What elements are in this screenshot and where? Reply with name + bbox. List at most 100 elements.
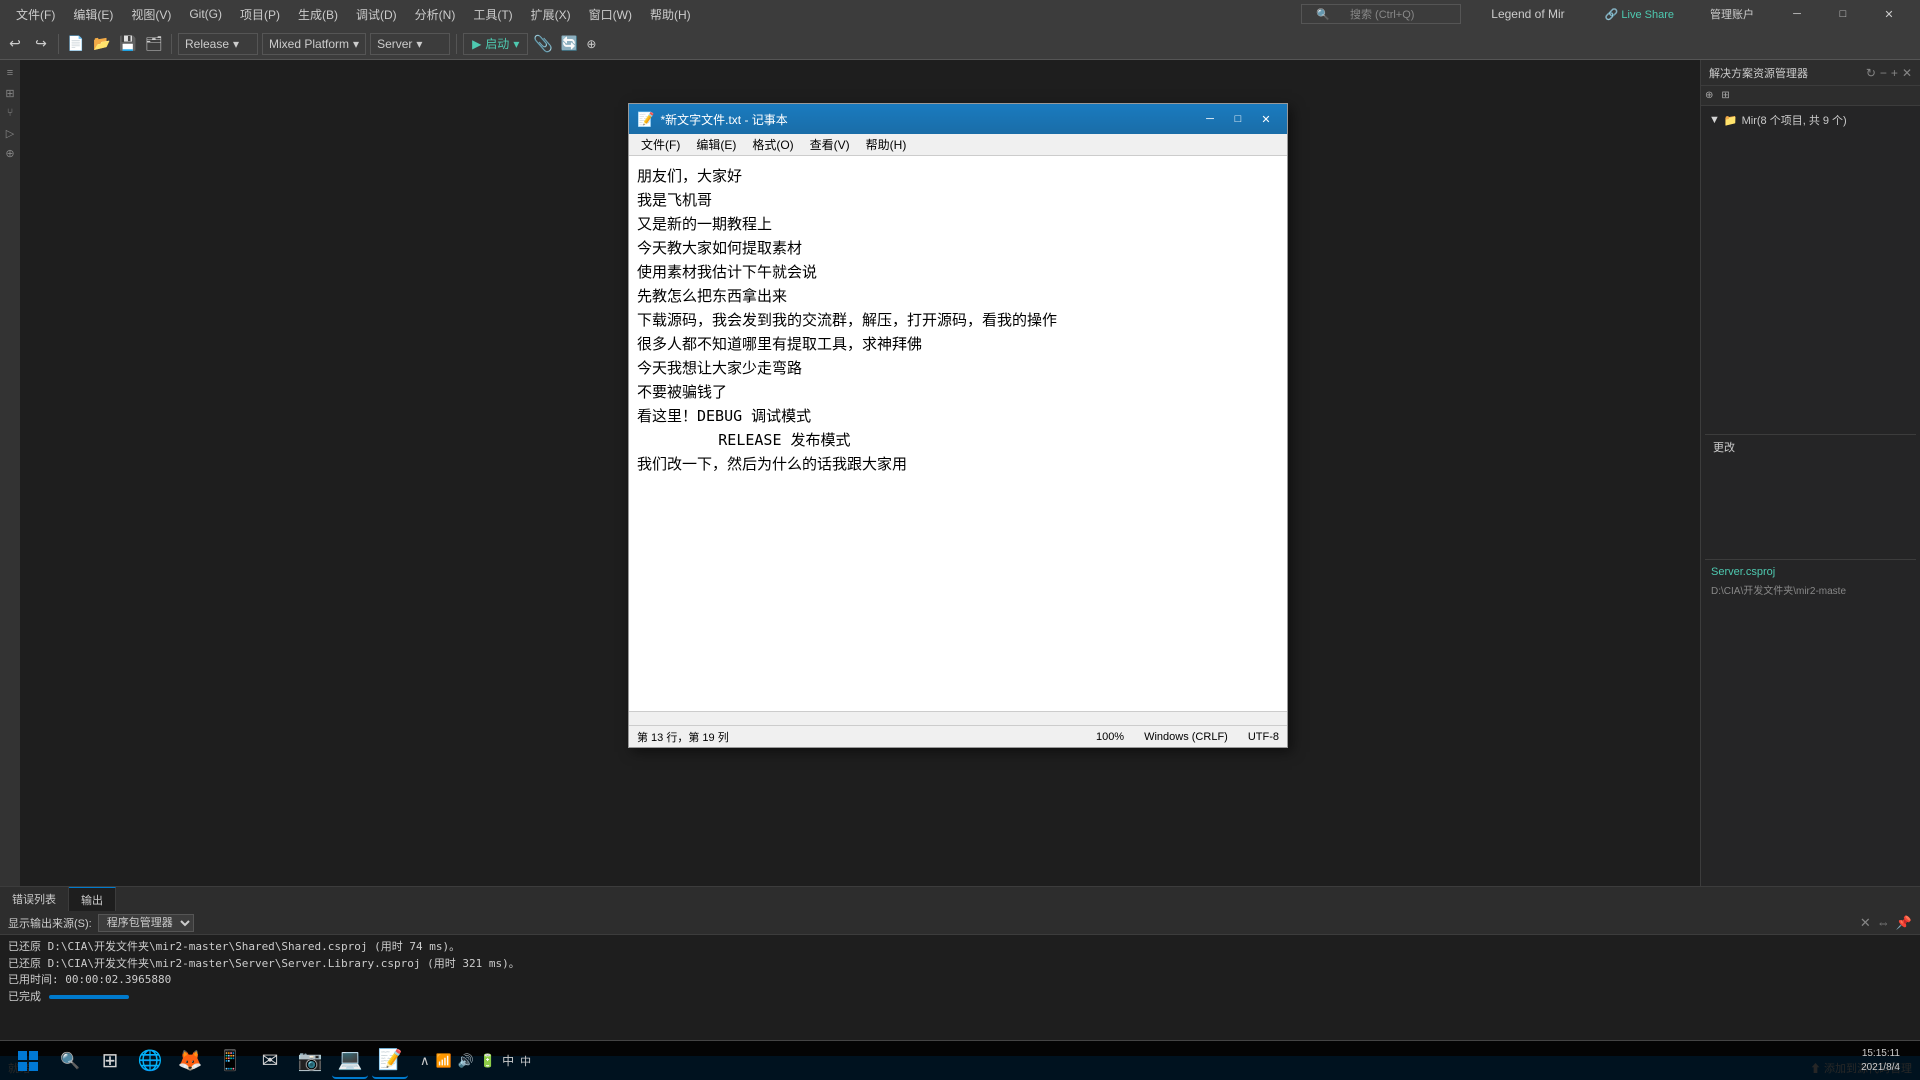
refresh-button[interactable]: 🔄 xyxy=(558,33,580,55)
start-button[interactable] xyxy=(8,1043,48,1079)
notepad-titlebar: 📝 *新文字文件.txt - 记事本 ─ □ ✕ xyxy=(629,104,1287,134)
taskbar-firefox[interactable]: 🦊 xyxy=(172,1043,208,1079)
run-label: 启动 xyxy=(485,35,509,52)
menu-item-edit[interactable]: 编辑(E) xyxy=(65,4,121,25)
notepad-status-right: 100% Windows (CRLF) UTF-8 xyxy=(1096,731,1279,743)
toolbar-sep-2 xyxy=(171,34,172,54)
np-menu-file[interactable]: 文件(F) xyxy=(633,134,688,155)
output-header: 显示输出来源(S): 程序包管理器 ✕ ⇔ 📌 xyxy=(0,911,1920,935)
output-pin-icon[interactable]: 📌 xyxy=(1896,915,1912,931)
output-source-select[interactable]: 程序包管理器 xyxy=(98,914,194,932)
target-dropdown[interactable]: Server ▾ xyxy=(370,33,450,55)
menu-item-analyze[interactable]: 分析(N) xyxy=(407,4,464,25)
platform-config-dropdown[interactable]: Mixed Platform ▾ xyxy=(262,33,366,55)
notify-volume[interactable]: 🔊 xyxy=(458,1053,474,1069)
activity-search[interactable]: ⊞ xyxy=(1,84,19,102)
np-menu-view[interactable]: 查看(V) xyxy=(802,134,858,155)
output-source-label: 显示输出来源(S): xyxy=(8,915,92,931)
solution-collapse-icon[interactable]: − xyxy=(1880,66,1887,80)
changes-label: 更改 xyxy=(1713,442,1735,454)
notify-lang[interactable]: 中 xyxy=(502,1052,514,1069)
taskbar-search[interactable]: 🔍 xyxy=(52,1043,88,1079)
extra-btn[interactable]: ⊕ xyxy=(584,37,596,51)
output-line-2: 已还原 D:\CIA\开发文件夹\mir2-master\Server\Serv… xyxy=(8,956,1912,973)
notepad-minimize[interactable]: ─ xyxy=(1197,108,1223,130)
server-csproj-link[interactable]: Server.csproj xyxy=(1709,564,1912,580)
notify-up-arrow[interactable]: ∧ xyxy=(420,1053,430,1069)
solution-view-icon[interactable]: ⊞ xyxy=(1721,90,1729,101)
clock-date: 2021/8/4 xyxy=(1861,1061,1900,1075)
menu-item-file[interactable]: 文件(F) xyxy=(8,4,63,25)
notify-ime[interactable]: 中 xyxy=(520,1053,531,1069)
new-file-button[interactable]: 📄 xyxy=(65,33,87,55)
solution-close-icon[interactable]: ✕ xyxy=(1902,66,1912,80)
taskbar-clock[interactable]: 15:15:11 2021/8/4 xyxy=(1861,1047,1900,1075)
taskbar-notepad-icon[interactable]: 📝 xyxy=(372,1043,408,1079)
solution-explorer-title: 解决方案资源管理器 xyxy=(1709,65,1808,81)
close-button[interactable]: ✕ xyxy=(1866,0,1912,28)
notepad-close[interactable]: ✕ xyxy=(1253,108,1279,130)
menu-search-box[interactable]: 🔍 搜索 (Ctrl+Q) xyxy=(1301,4,1461,24)
window-title: Legend of Mir xyxy=(1483,5,1572,23)
taskbar-mail[interactable]: ✉ xyxy=(252,1043,288,1079)
menu-item-tools[interactable]: 工具(T) xyxy=(465,4,520,25)
menu-item-help[interactable]: 帮助(H) xyxy=(642,4,699,25)
tab-errors[interactable]: 错误列表 xyxy=(0,887,69,911)
notepad-textarea[interactable] xyxy=(629,156,1287,711)
notepad-cursor-pos: 第 13 行，第 19 列 xyxy=(637,729,729,745)
output-progress-label: 已完成 xyxy=(8,989,41,1006)
menu-item-git[interactable]: Git(G) xyxy=(181,5,230,23)
np-menu-format[interactable]: 格式(O) xyxy=(744,134,801,155)
output-clear-icon[interactable]: ✕ xyxy=(1860,915,1871,931)
taskbar-vs-icon[interactable]: 💻 xyxy=(332,1043,368,1079)
taskbar-photos[interactable]: 📷 xyxy=(292,1043,328,1079)
notify-wifi[interactable]: 📶 xyxy=(436,1053,452,1069)
open-button[interactable]: 📂 xyxy=(91,33,113,55)
taskbar-taskview[interactable]: ⊞ xyxy=(92,1043,128,1079)
run-button[interactable]: ▶ 启动 ▾ xyxy=(463,33,528,55)
account-btn[interactable]: 管理账户 xyxy=(1702,4,1762,24)
save-all-button[interactable]: 🗂 xyxy=(143,33,165,55)
attach-button[interactable]: 📎 xyxy=(532,33,554,55)
menu-item-view[interactable]: 视图(V) xyxy=(123,4,179,25)
notepad-menubar: 文件(F) 编辑(E) 格式(O) 查看(V) 帮助(H) xyxy=(629,134,1287,156)
np-menu-help[interactable]: 帮助(H) xyxy=(858,134,915,155)
menu-item-build[interactable]: 生成(B) xyxy=(290,4,346,25)
notify-battery[interactable]: 🔋 xyxy=(480,1053,496,1069)
activity-extensions[interactable]: ⊕ xyxy=(1,144,19,162)
solution-sync-icon[interactable]: ↻ xyxy=(1866,66,1876,80)
toolbar-sep-3 xyxy=(456,34,457,54)
taskbar-ie[interactable]: 🌐 xyxy=(132,1043,168,1079)
undo-button[interactable]: ↩ xyxy=(4,33,26,55)
solution-root[interactable]: ▼ 📁 Mir(8 个项目, 共 9 个) xyxy=(1705,110,1916,130)
output-progress: 已完成 xyxy=(8,989,1912,1006)
notepad-window: 📝 *新文字文件.txt - 记事本 ─ □ ✕ 文件(F) 编辑(E) 格式(… xyxy=(628,103,1288,748)
live-share-btn[interactable]: 🔗 Live Share xyxy=(1597,6,1682,23)
solution-expand-icon[interactable]: + xyxy=(1891,66,1898,80)
bottom-tabs: 错误列表 输出 xyxy=(0,887,1920,911)
taskbar-notify-area: ∧ 📶 🔊 🔋 中 中 xyxy=(412,1052,539,1069)
menu-item-project[interactable]: 项目(P) xyxy=(232,4,288,25)
toolbar-sep-1 xyxy=(58,34,59,54)
build-config-dropdown[interactable]: Release ▾ xyxy=(178,33,258,55)
activity-debug[interactable]: ▷ xyxy=(1,124,19,142)
minimize-button[interactable]: ─ xyxy=(1774,0,1820,28)
activity-explorer[interactable]: ≡ xyxy=(1,64,19,82)
output-wrap-icon[interactable]: ⇔ xyxy=(1877,915,1890,931)
save-button[interactable]: 💾 xyxy=(117,33,139,55)
menu-item-window[interactable]: 窗口(W) xyxy=(581,4,640,25)
activity-git[interactable]: ⑂ xyxy=(1,104,19,122)
tab-output[interactable]: 输出 xyxy=(69,887,116,911)
notepad-maximize[interactable]: □ xyxy=(1225,108,1251,130)
taskbar-phone[interactable]: 📱 xyxy=(212,1043,248,1079)
redo-button[interactable]: ↪ xyxy=(30,33,52,55)
menu-item-extensions[interactable]: 扩展(X) xyxy=(523,4,579,25)
menu-item-debug[interactable]: 调试(D) xyxy=(348,4,405,25)
notepad-line-ending: Windows (CRLF) xyxy=(1144,731,1228,743)
solution-changes-section: 更改 xyxy=(1705,434,1916,459)
np-menu-edit[interactable]: 编辑(E) xyxy=(688,134,744,155)
progress-bar xyxy=(49,995,129,999)
notepad-scrollbar-h[interactable] xyxy=(629,711,1287,725)
solution-filter-icon[interactable]: ⊕ xyxy=(1705,90,1713,101)
maximize-button[interactable]: □ xyxy=(1820,0,1866,28)
